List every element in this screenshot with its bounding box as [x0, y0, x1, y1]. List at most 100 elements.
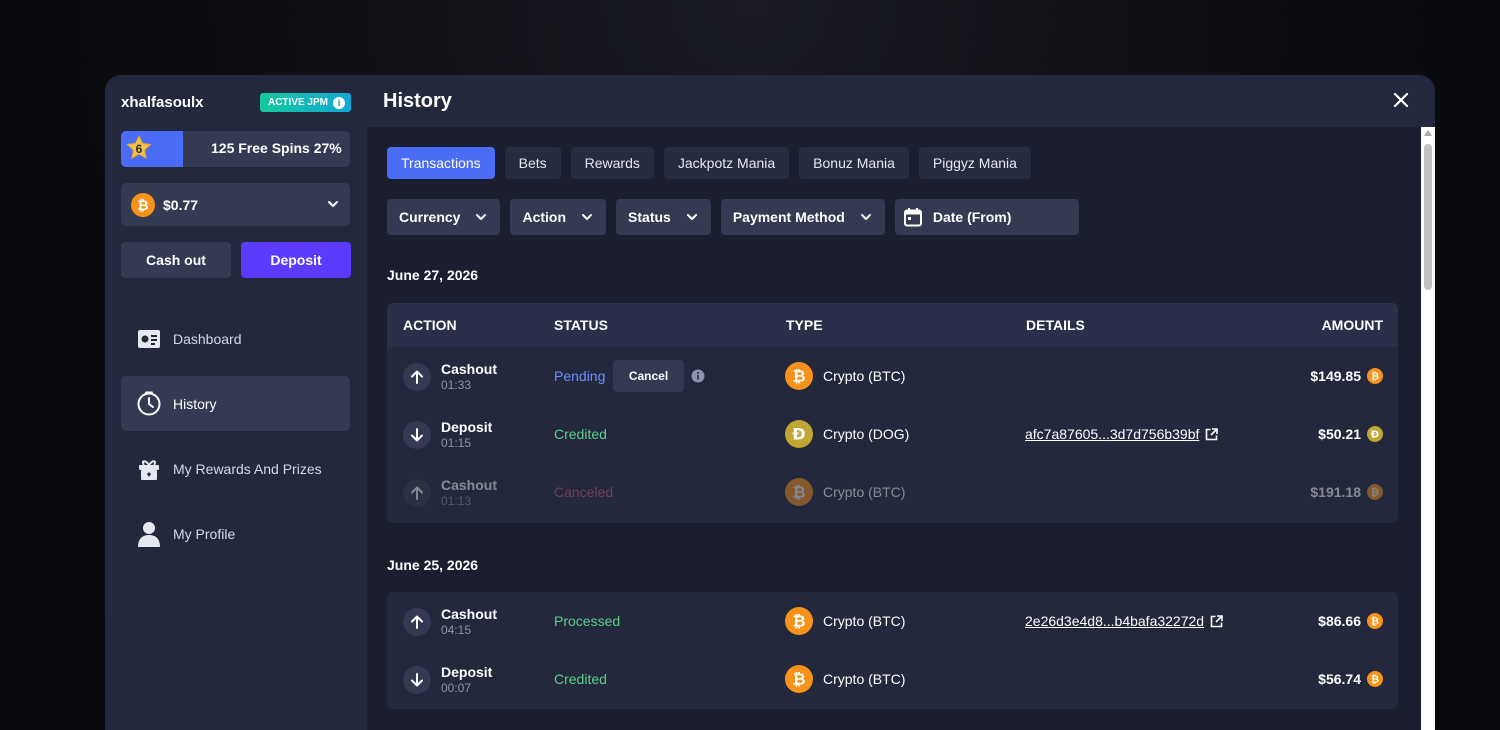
action-cell: Deposit 01:15 [403, 419, 492, 450]
transaction-hash: 2e26d3e4d8...b4bafa32272d [1025, 613, 1205, 629]
action-time: 01:13 [441, 494, 472, 508]
tab-piggyz-mania[interactable]: Piggyz Mania [918, 147, 1031, 179]
amount-value: $191.18 [1310, 484, 1361, 500]
dogecoin-icon: Ð [785, 420, 813, 448]
free-spins-progress: 6 125 Free Spins 27% [121, 131, 350, 167]
tab-bets[interactable]: Bets [504, 147, 561, 179]
btc-icon: ₿ [785, 665, 813, 693]
column-header-status: STATUS [554, 317, 608, 333]
date-from-label: Date (From) [932, 209, 1012, 225]
sidebar-item-history[interactable]: History [121, 376, 350, 431]
amount-value: $86.66 [1318, 613, 1361, 629]
action-filter[interactable]: Action [510, 199, 607, 235]
column-header-type: TYPE [786, 317, 823, 333]
filter-label: Payment Method [732, 209, 845, 225]
page-title: History [383, 90, 452, 112]
type-cell: ₿ Crypto (BTC) [785, 362, 905, 390]
arrow-down-icon [403, 665, 431, 694]
scrollbar-thumb[interactable] [1424, 144, 1432, 290]
svg-text:₿: ₿ [792, 612, 805, 631]
currency-filter[interactable]: Currency [387, 199, 501, 235]
status-label: Canceled [554, 484, 614, 500]
status-label: Processed [554, 613, 621, 629]
tab-bonuz-mania[interactable]: Bonuz Mania [799, 147, 909, 179]
payment-method-filter[interactable]: Payment Method [720, 199, 885, 235]
transaction-hash-link[interactable]: afc7a87605...3d7d756b39bf [1025, 426, 1219, 442]
btc-icon: ₿ [785, 362, 813, 390]
svg-text:₿: ₿ [792, 483, 805, 502]
scroll-up-arrow-icon[interactable] [1424, 130, 1432, 136]
tab-rewards[interactable]: Rewards [570, 147, 654, 179]
external-link-icon [1210, 614, 1223, 627]
filters: Currency Action Status Payment Method Da… [387, 199, 1079, 235]
btc-icon: ₿ [785, 607, 813, 635]
balance-amount: $0.77 [163, 196, 199, 213]
svg-text:₿: ₿ [1371, 616, 1379, 628]
status-label: Credited [554, 671, 607, 687]
action-name: Cashout [441, 361, 497, 377]
svg-text:₿: ₿ [1371, 487, 1379, 499]
svg-text:Ð: Ð [792, 425, 805, 444]
group-date: June 27, 2026 [387, 267, 479, 283]
scrollbar[interactable] [1421, 127, 1435, 730]
amount-cell: $191.18 ₿ [1310, 484, 1383, 500]
sidebar-item-rewards[interactable]: My Rewards And Prizes [121, 441, 350, 496]
action-time: 00:07 [441, 681, 472, 695]
active-jpm-badge[interactable]: ACTIVE JPM i [259, 93, 351, 112]
btc-icon: ₿ [1367, 484, 1383, 500]
table-header: ACTION STATUS TYPE DETAILS AMOUNT [387, 303, 1398, 347]
filter-label: Action [522, 209, 567, 225]
amount-value: $56.74 [1318, 671, 1361, 687]
sidebar-item-profile[interactable]: My Profile [121, 506, 350, 561]
btc-icon: ₿ [1367, 671, 1383, 687]
calendar-icon [903, 208, 922, 227]
table-row: Deposit 00:07 Credited ₿ Crypto (BTC) $5… [387, 650, 1398, 708]
user-row: xhalfasoulx ACTIVE JPM i [121, 92, 351, 112]
sidebar-item-label: My Rewards And Prizes [173, 460, 322, 477]
action-name: Cashout [441, 606, 497, 622]
chevron-down-icon [582, 214, 593, 220]
table-row: Cashout 01:33 Pending Cancel ₿ Crypto (B… [387, 347, 1398, 405]
status-filter[interactable]: Status [616, 199, 711, 235]
chevron-down-icon [860, 214, 871, 220]
column-header-action: ACTION [403, 317, 457, 333]
tab-transactions[interactable]: Transactions [387, 147, 495, 179]
transaction-hash: afc7a87605...3d7d756b39bf [1025, 426, 1200, 442]
cancel-button[interactable]: Cancel [613, 360, 684, 392]
type-cell: ₿ Crypto (BTC) [785, 607, 905, 635]
level-star-icon: 6 [125, 134, 153, 162]
btc-icon: ₿ [785, 478, 813, 506]
amount-value: $50.21 [1318, 426, 1361, 442]
external-link-icon [1206, 427, 1219, 440]
dogecoin-icon: Ð [1367, 426, 1383, 442]
status-label: Pending [554, 368, 606, 384]
deposit-button[interactable]: Deposit [241, 242, 351, 278]
date-from-picker[interactable]: Date (From) [894, 199, 1079, 235]
chevron-down-icon [328, 201, 338, 207]
chevron-down-icon [686, 214, 697, 220]
user-icon [136, 521, 162, 547]
tab-jackpotz-mania[interactable]: Jackpotz Mania [663, 147, 790, 179]
close-icon[interactable] [1393, 92, 1409, 108]
svg-text:Ð: Ð [1371, 430, 1379, 441]
info-icon: i [333, 96, 345, 109]
sidebar-item-dashboard[interactable]: Dashboard [121, 311, 350, 366]
type-cell: ₿ Crypto (BTC) [785, 478, 905, 506]
info-icon[interactable] [691, 369, 705, 383]
svg-text:₿: ₿ [1371, 371, 1379, 383]
transaction-hash-link[interactable]: 2e26d3e4d8...b4bafa32272d [1025, 613, 1223, 629]
cash-out-button[interactable]: Cash out [121, 242, 231, 278]
btc-icon: ₿ [1367, 613, 1383, 629]
status-label: Credited [554, 426, 607, 442]
type-label: Crypto (DOG) [823, 426, 910, 442]
sidebar-item-label: History [173, 395, 217, 412]
arrow-down-icon [403, 420, 431, 449]
table-row: Deposit 01:15 Credited Ð Crypto (DOG) af… [387, 405, 1398, 463]
balance-dropdown[interactable]: ₿ $0.77 [121, 183, 350, 226]
type-cell: ₿ Crypto (BTC) [785, 665, 905, 693]
username: xhalfasoulx [121, 94, 204, 111]
svg-text:₿: ₿ [792, 670, 805, 689]
action-time: 04:15 [441, 623, 472, 637]
action-name: Deposit [441, 664, 493, 680]
column-header-details: DETAILS [1026, 317, 1085, 333]
